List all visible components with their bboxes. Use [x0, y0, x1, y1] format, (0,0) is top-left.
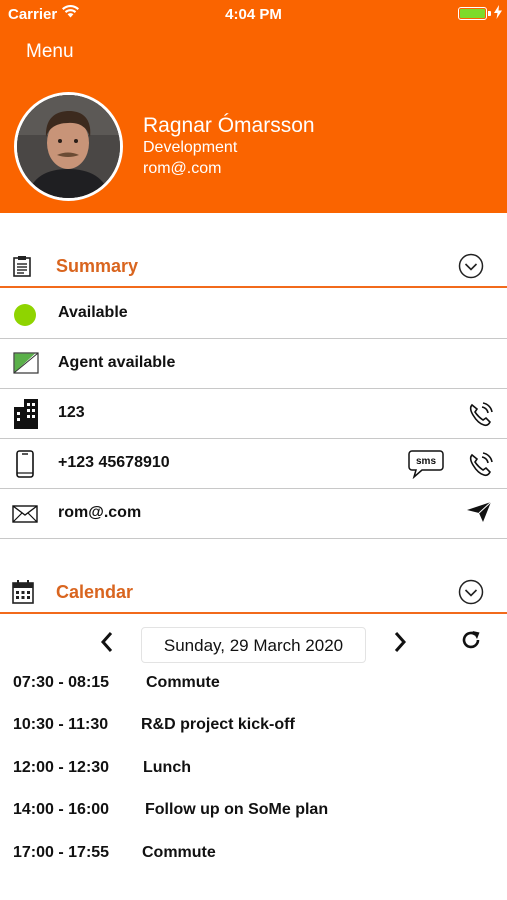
envelope-icon	[12, 505, 38, 528]
summary-title: Summary	[56, 256, 139, 276]
calendar-icon	[12, 580, 34, 609]
status-row-available[interactable]: Available	[0, 289, 507, 339]
profile-header: Carrier 4:04 PM Menu Ragnar Ómarsson Dev…	[0, 0, 507, 213]
event-title: Lunch	[143, 759, 191, 776]
chevron-down-icon[interactable]	[458, 579, 484, 610]
building-icon	[14, 399, 38, 434]
calendar-section-header[interactable]: Calendar	[0, 570, 507, 614]
event-title: Commute	[146, 674, 220, 691]
event-time: 14:00 - 16:00	[13, 801, 110, 818]
profile-name: Ragnar Ómarsson	[143, 114, 315, 137]
calendar-date-navigator: Sunday, 29 March 2020	[0, 626, 507, 666]
menu-button[interactable]: Menu	[26, 41, 74, 63]
extension-row[interactable]: 123	[0, 389, 507, 439]
calendar-event[interactable]: 12:00 - 12:30 Lunch	[0, 755, 507, 785]
status-time: 4:04 PM	[225, 6, 282, 23]
profile-department: Development	[143, 139, 238, 156]
date-picker[interactable]: Sunday, 29 March 2020	[141, 627, 366, 663]
event-title: Follow up on SoMe plan	[145, 801, 329, 818]
profile-email: rom@.com	[143, 160, 222, 177]
agent-status-icon	[13, 352, 39, 379]
send-icon[interactable]	[466, 501, 492, 528]
phone-call-icon[interactable]	[467, 450, 495, 483]
phone-call-icon[interactable]	[467, 400, 495, 433]
email-row[interactable]: rom@.com	[0, 489, 507, 539]
status-bar: Carrier 4:04 PM	[0, 0, 507, 28]
email-address: rom@.com	[58, 504, 142, 521]
svg-text:sms: sms	[416, 456, 436, 467]
agent-status: Agent available	[58, 354, 176, 371]
calendar-event[interactable]: 10:30 - 11:30 R&D project kick-off	[0, 712, 507, 742]
clipboard-icon	[12, 255, 32, 282]
calendar-title: Calendar	[56, 582, 134, 602]
event-title: R&D project kick-off	[141, 716, 295, 733]
refresh-icon[interactable]	[460, 629, 482, 656]
status-row-agent[interactable]: Agent available	[0, 339, 507, 389]
chevron-down-icon[interactable]	[458, 253, 484, 284]
calendar-event[interactable]: 07:30 - 08:15 Commute	[0, 670, 507, 700]
event-time: 17:00 - 17:55	[13, 844, 110, 861]
extension-number: 123	[58, 404, 85, 421]
charging-bolt-icon	[494, 5, 502, 24]
avatar	[14, 92, 123, 201]
sms-icon[interactable]: sms	[408, 449, 444, 484]
event-time: 07:30 - 08:15	[13, 674, 110, 691]
calendar-event[interactable]: 14:00 - 16:00 Follow up on SoMe plan	[0, 797, 507, 827]
mobile-phone-icon	[16, 450, 34, 483]
mobile-row[interactable]: +123 45678910 sms	[0, 439, 507, 489]
event-time: 12:00 - 12:30	[13, 759, 110, 776]
availability-status: Available	[58, 304, 128, 321]
summary-section-header[interactable]: Summary	[0, 244, 507, 288]
event-title: Commute	[142, 844, 216, 861]
battery-icon	[458, 7, 487, 20]
calendar-event[interactable]: 17:00 - 17:55 Commute	[0, 840, 507, 870]
mobile-number: +123 45678910	[58, 454, 170, 471]
previous-day-icon[interactable]	[99, 630, 115, 659]
next-day-icon[interactable]	[392, 630, 408, 659]
event-time: 10:30 - 11:30	[13, 716, 109, 733]
green-dot-icon	[13, 303, 37, 332]
